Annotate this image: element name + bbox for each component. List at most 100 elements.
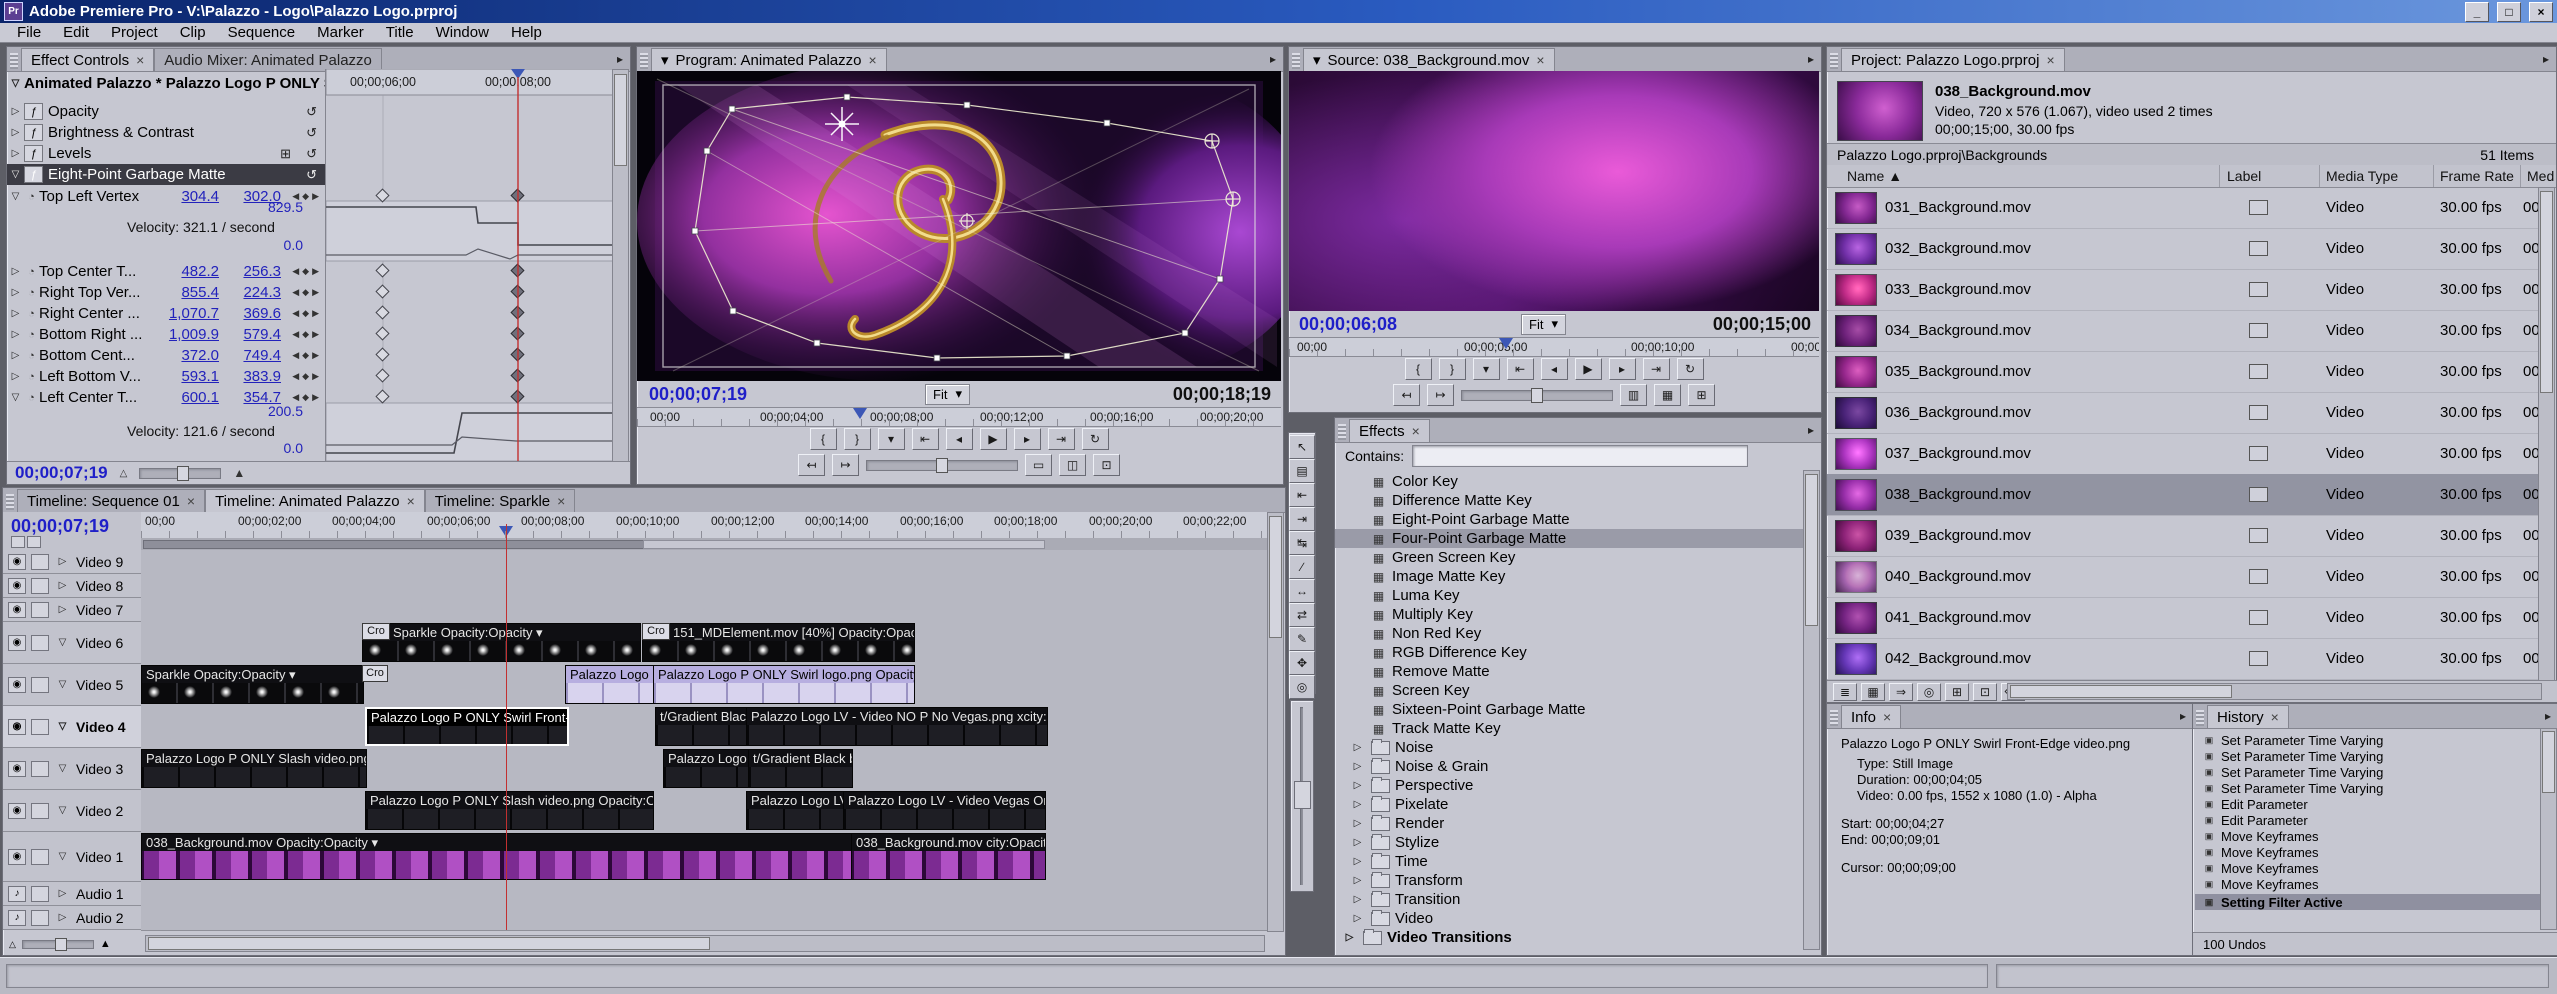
transition-clip[interactable]: Cro [642,623,670,640]
table-row[interactable]: 041_Background.movVideo30.00 fps00:0 [1827,597,2542,639]
set-out-point-button[interactable]: } [844,428,871,450]
track-header-video6[interactable]: ◉▽Video 6 [3,622,141,664]
effect-row-levels[interactable]: ▷ ƒ Levels ⊞ ↺ [7,143,325,164]
timeline-vscrollbar[interactable] [1267,512,1284,932]
jog-left-button[interactable]: ↤ [798,454,825,476]
panel-menu-icon[interactable]: ▸ [2173,709,2193,723]
insert-button[interactable]: ▥ [1620,384,1647,406]
table-row[interactable]: 039_Background.movVideo30.00 fps00:0 [1827,515,2542,557]
breadcrumb[interactable]: Palazzo Logo.prproj\Backgrounds [1837,147,2047,163]
track-header-audio2[interactable]: ♪▷Audio 2 [3,906,141,930]
label-chip[interactable] [2249,651,2268,666]
effects-folder[interactable]: ▷Noise [1335,738,1805,757]
table-row[interactable]: 031_Background.movVideo30.00 fps00:0 [1827,187,2542,229]
go-to-out-button[interactable]: ⇥ [1048,428,1075,450]
tab-info[interactable]: Info × [1841,705,1901,728]
history-item[interactable]: ▣Set Parameter Time Varying [2195,732,2540,748]
panel-menu-icon[interactable]: ▸ [2536,52,2556,66]
track-select-tool-icon[interactable]: ▤ [1289,459,1315,483]
graph-max-value[interactable]: 200.5 [257,403,303,419]
cti-handle[interactable] [1499,338,1513,349]
twirl-icon[interactable]: ▽ [7,191,24,202]
reset-icon[interactable]: ↺ [306,146,317,162]
menu-help[interactable]: Help [500,24,553,41]
timeline-clip[interactable]: 151_MDElement.mov [40%] Opacity:Opacity … [642,623,915,662]
panel-menu-icon[interactable]: ▸ [1801,52,1821,66]
close-icon[interactable]: × [868,53,876,67]
track-content-audio2[interactable] [141,906,1269,931]
clip-header[interactable]: ▽ Animated Palazzo * Palazzo Logo P ONLY… [7,73,325,94]
graph-min-value[interactable]: 0.0 [257,440,303,456]
transition-clip[interactable]: Cro [362,665,388,682]
panel-grip[interactable] [6,494,14,510]
step-back-button[interactable]: ◂ [946,428,973,450]
snap-toggle-icon[interactable] [11,536,25,548]
effect-keyframe-timeline[interactable]: 00;00;06;00 00;00;08;00 [325,69,613,462]
param-x-value[interactable]: 304.4 [157,188,219,205]
track-header-video5[interactable]: ◉▽Video 5 [3,664,141,706]
close-icon[interactable]: × [1883,710,1891,724]
history-scrollbar[interactable] [2540,728,2557,930]
effects-folder[interactable]: ▷Transform [1335,871,1805,890]
track-audio-icon[interactable]: ♪ [8,886,26,902]
source-time-ruler[interactable]: 00;00 00;00;05;00 00;00;10;00 00;00 [1289,337,1819,357]
table-row[interactable]: 042_Background.movVideo30.00 fps00:0 [1827,638,2542,680]
effect-item[interactable]: ▦Screen Key [1335,681,1805,700]
effect-item[interactable]: ▦Remove Matte [1335,662,1805,681]
track-content-video3[interactable]: Palazzo Logo P ONLY Slash video.png Opac… [141,748,1269,791]
stopwatch-icon[interactable]: ◔ [24,191,39,203]
timeline-clip[interactable]: Sparkle Opacity:Opacity ▾ [362,623,641,662]
effects-folder[interactable]: ▷Video [1335,909,1805,928]
close-icon[interactable]: × [1412,424,1420,438]
track-content-video8[interactable] [141,574,1269,599]
timeline-clip[interactable]: Palazzo Logo P ONLY Swirl logo.png Opaci… [653,665,915,704]
effect-item[interactable]: ▦RGB Difference Key [1335,643,1805,662]
effect-item-selected[interactable]: ▦Four-Point Garbage Matte [1335,529,1805,548]
table-row[interactable]: 034_Background.movVideo30.00 fps00:0 [1827,310,2542,352]
label-chip[interactable] [2249,241,2268,256]
table-row[interactable]: 037_Background.movVideo30.00 fps00:0 [1827,433,2542,475]
column-name[interactable]: Name ▲ [1847,168,1902,184]
table-row[interactable]: 035_Background.movVideo30.00 fps00:0 [1827,351,2542,393]
menu-file[interactable]: File [6,24,52,41]
automate-to-sequence-icon[interactable]: ⇒ [1889,683,1913,701]
effect-row-brightness[interactable]: ▷ ƒ Brightness & Contrast ↺ [7,122,325,143]
close-icon[interactable]: × [557,494,565,508]
menu-title[interactable]: Title [375,24,425,41]
vertical-slider-strip[interactable] [1290,700,1314,892]
label-chip[interactable] [2249,610,2268,625]
label-chip[interactable] [2249,446,2268,461]
zoom-in-icon[interactable]: ▲ [233,466,245,480]
table-row-selected[interactable]: 038_Background.movVideo30.00 fps00:0 [1827,474,2542,516]
project-scrollbar[interactable] [2538,187,2555,681]
panel-menu-icon[interactable]: ▸ [1263,52,1283,66]
panel-grip[interactable] [1338,424,1346,440]
column-media[interactable]: Med [2527,168,2554,184]
timeline-clip[interactable]: Sparkle Opacity:Opacity ▾ [141,665,364,704]
tab-effects[interactable]: Effects × [1349,419,1430,442]
label-chip[interactable] [2249,569,2268,584]
close-button[interactable]: × [2529,2,2553,22]
effects-folder[interactable]: ▷Perspective [1335,776,1805,795]
panel-menu-icon[interactable]: ▸ [1801,423,1821,437]
icon-view-icon[interactable]: ▦ [1861,683,1885,701]
go-to-in-button[interactable]: ⇤ [1507,358,1534,380]
history-item[interactable]: ▣Set Parameter Time Varying [2195,780,2540,796]
slide-tool-icon[interactable]: ⇄ [1289,603,1315,627]
zoom-slider[interactable] [139,468,221,479]
twirl-icon[interactable]: ▷ [7,106,24,117]
edge-view-toggle-icon[interactable] [27,536,41,548]
tab-audio-mixer[interactable]: Audio Mixer: Animated Palazzo [154,48,382,71]
label-chip[interactable] [2249,323,2268,338]
param-row-bottom-center[interactable]: ▷◔ Bottom Cent... 372.0 749.4 ◀◆▶ [7,345,325,366]
track-header-video4[interactable]: ◉▽Video 4 [3,706,141,748]
zoom-out-icon[interactable]: △ [9,939,16,950]
tab-timeline-animated-palazzo[interactable]: Timeline: Animated Palazzo × [205,489,425,512]
timeline-clip-selected[interactable]: Palazzo Logo P ONLY Swirl Front-Edge vid [365,707,569,746]
effect-item[interactable]: ▦Color Key [1335,472,1805,491]
effects-search-input[interactable] [1412,445,1748,467]
timeline-clip[interactable]: Palazzo Logo P C [565,665,655,704]
add-marker-button[interactable]: ▾ [878,428,905,450]
add-keyframe-icon[interactable]: ◆ [302,191,309,202]
source-video-viewport[interactable] [1289,71,1819,311]
